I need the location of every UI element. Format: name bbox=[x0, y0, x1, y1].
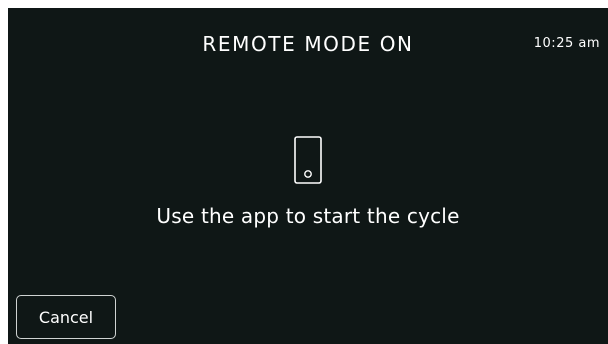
page-title: REMOTE MODE ON bbox=[202, 32, 414, 56]
clock-time: 10:25 am bbox=[533, 36, 600, 51]
cancel-button[interactable]: Cancel bbox=[16, 295, 116, 339]
phone-icon bbox=[294, 136, 322, 184]
instruction-message: Use the app to start the cycle bbox=[156, 204, 460, 228]
remote-mode-screen: REMOTE MODE ON 10:25 am Use the app to s… bbox=[8, 8, 608, 344]
